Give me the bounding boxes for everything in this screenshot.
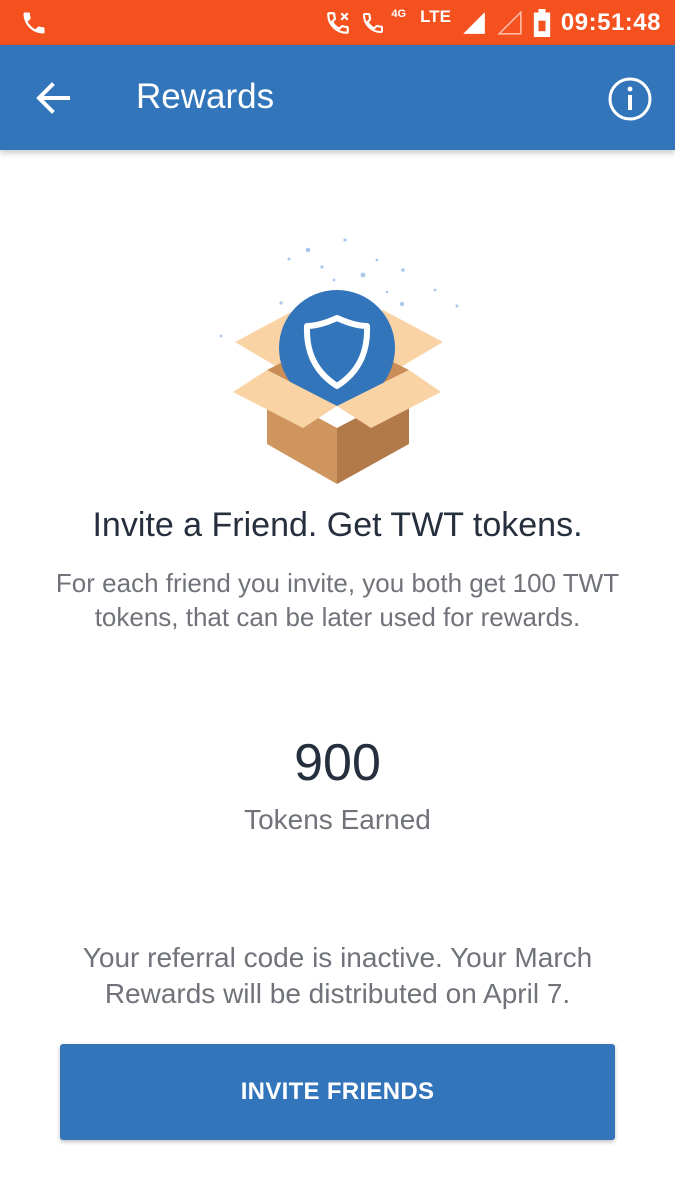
call-volte-icon <box>327 11 350 34</box>
call-icon <box>363 12 384 33</box>
status-icons: 4G LTE 09:51:48 <box>325 0 661 45</box>
tokens-value: 900 <box>294 734 381 792</box>
signal-icon <box>463 11 485 34</box>
info-icon[interactable] <box>606 75 654 123</box>
network-type: 4G <box>391 7 407 20</box>
headline: Invite a Friend. Get TWT tokens. <box>92 506 583 544</box>
status-bar: 4G LTE 09:51:48 <box>0 0 675 45</box>
open-box-shield-icon <box>219 238 459 484</box>
signal-empty-icon <box>497 9 522 35</box>
phone-icon <box>23 12 45 34</box>
battery-icon <box>533 8 551 37</box>
app-bar: Rewards <box>0 45 675 150</box>
status-clock: 09:51:48 <box>560 8 661 36</box>
arrow-left-icon[interactable] <box>28 74 78 124</box>
network-label: LTE <box>420 6 451 26</box>
page-title: Rewards <box>136 77 275 116</box>
description: For each friend you invite, you both get… <box>55 568 620 632</box>
tokens-label: Tokens Earned <box>244 804 431 835</box>
invite-friends-button[interactable]: INVITE FRIENDS <box>60 1044 615 1140</box>
referral-note: Your referral code is inactive. Your Mar… <box>82 942 593 1009</box>
